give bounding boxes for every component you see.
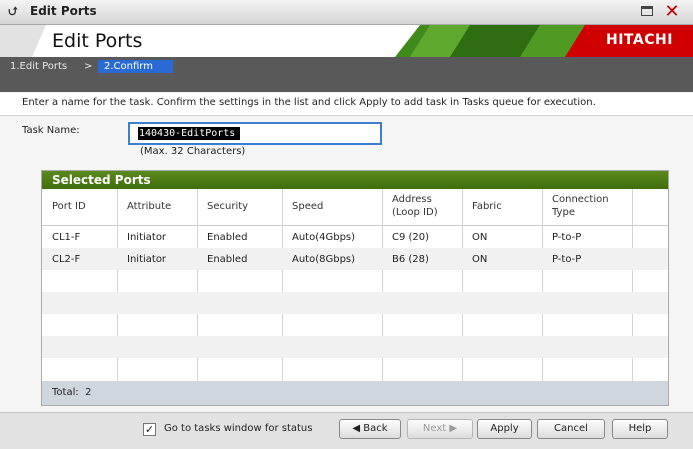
next-button[interactable]: Next ▶ [407, 419, 473, 439]
column-header-speed[interactable]: Speed [282, 189, 382, 226]
help-button-label: Help [628, 423, 652, 434]
cell-connection: P-to-P [552, 232, 582, 243]
next-button-label: Next [422, 423, 447, 434]
column-header-security[interactable]: Security [197, 189, 282, 226]
title-bar: ⮍ Edit Ports ✕ [0, 0, 693, 25]
apply-button-label: Apply [490, 423, 519, 434]
cell-address: B6 (28) [392, 254, 429, 265]
wizard-step-edit-ports: 1.Edit Ports [10, 61, 68, 72]
wizard-separator: > [84, 61, 93, 72]
column-header-fabric[interactable]: Fabric [462, 189, 542, 226]
tasks-window-checkbox-label: Go to tasks window for status [164, 423, 313, 434]
cell-speed: Auto(4Gbps) [292, 232, 356, 243]
brand-logo: HITACHI [606, 32, 673, 48]
back-button[interactable]: ◀ Back [339, 419, 401, 439]
task-name-hint: (Max. 32 Characters) [140, 146, 246, 157]
wizard-step-confirm: 2.Confirm [98, 60, 173, 73]
cell-connection: P-to-P [552, 254, 582, 265]
task-name-field[interactable] [128, 122, 382, 145]
wizard-steps: 1.Edit Ports > 2.Confirm [0, 57, 693, 92]
total-text: Total: 2 [52, 387, 91, 398]
panel-header: Selected Ports [42, 171, 668, 189]
empty-row [42, 336, 668, 358]
cell-security: Enabled [207, 254, 248, 265]
panel-title: Selected Ports [52, 173, 151, 187]
close-icon[interactable]: ✕ [662, 2, 682, 22]
empty-row [42, 314, 668, 336]
help-button[interactable]: Help [612, 419, 668, 439]
cell-attribute: Initiator [127, 232, 167, 243]
tasks-window-checkbox[interactable]: ✓ [143, 423, 156, 436]
apply-button[interactable]: Apply [477, 419, 532, 439]
banner-title: Edit Ports [52, 30, 143, 52]
maximize-icon[interactable] [641, 6, 653, 16]
cell-attribute: Initiator [127, 254, 167, 265]
cell-fabric: ON [472, 254, 488, 265]
window-title: Edit Ports [30, 4, 97, 18]
empty-row [42, 270, 668, 292]
next-arrow-icon: ▶ [449, 423, 458, 434]
cell-speed: Auto(8Gbps) [292, 254, 356, 265]
instructions-bar: Enter a name for the task. Confirm the s… [0, 93, 693, 116]
banner: Edit Ports HITACHI [0, 25, 693, 57]
empty-row [42, 358, 668, 380]
table-row[interactable]: CL2-F Initiator Enabled Auto(8Gbps) B6 (… [42, 248, 668, 270]
selected-ports-panel: Selected Ports Port ID Attribute Securit… [41, 170, 669, 406]
table-row[interactable]: CL1-F Initiator Enabled Auto(4Gbps) C9 (… [42, 226, 668, 248]
task-name-label: Task Name: [22, 125, 80, 136]
back-button-label: Back [363, 423, 388, 434]
column-header-address[interactable]: Address (Loop ID) [382, 189, 462, 226]
cell-security: Enabled [207, 232, 248, 243]
total-count: 2 [85, 387, 92, 398]
cell-port-id: CL1-F [52, 232, 81, 243]
column-header-connection-type[interactable]: Connection Type [542, 189, 632, 226]
cell-port-id: CL2-F [52, 254, 81, 265]
instructions-text: Enter a name for the task. Confirm the s… [22, 97, 596, 108]
footer-bar: ✓ Go to tasks window for status ◀ Back N… [0, 412, 693, 449]
cell-fabric: ON [472, 232, 488, 243]
ports-table: Port ID Attribute Security Speed Address… [42, 189, 668, 381]
cell-address: C9 (20) [392, 232, 430, 243]
back-arrow-icon: ◀ [352, 423, 361, 434]
cancel-button[interactable]: Cancel [537, 419, 605, 439]
collapse-icon[interactable]: ⮍ [6, 4, 20, 18]
task-name-input[interactable] [138, 127, 240, 140]
column-header-spacer [632, 189, 668, 226]
column-header-port-id[interactable]: Port ID [42, 189, 117, 226]
total-bar: Total: 2 [42, 381, 668, 405]
column-header-attribute[interactable]: Attribute [117, 189, 197, 226]
total-label: Total: [52, 387, 79, 398]
cancel-button-label: Cancel [554, 423, 588, 434]
empty-row [42, 292, 668, 314]
